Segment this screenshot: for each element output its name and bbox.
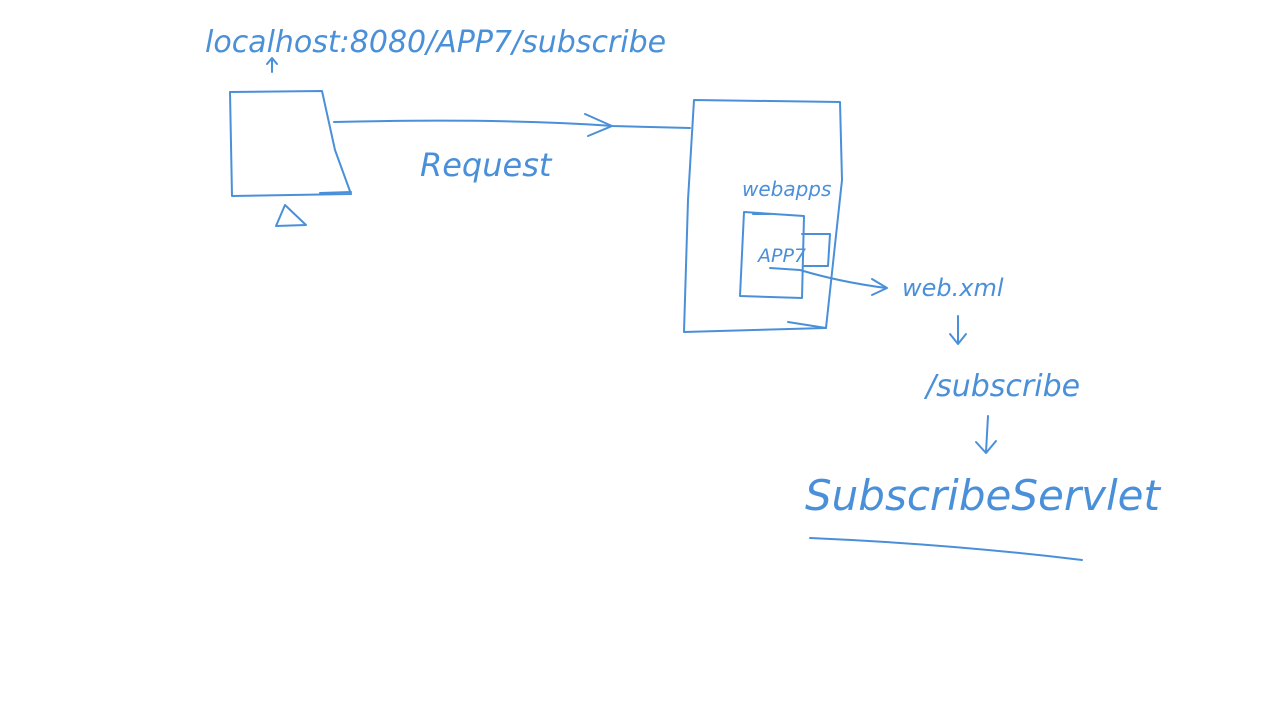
request-arrow — [333, 113, 691, 137]
down-arrow-2 — [975, 415, 997, 454]
client-monitor — [229, 90, 352, 227]
webxml-arrow — [769, 267, 888, 296]
down-arrow-1 — [949, 315, 967, 345]
request-label: Request — [420, 146, 553, 184]
servlet-underline — [809, 537, 1083, 561]
webxml-label: web.xml — [902, 274, 1004, 302]
whiteboard-canvas: localhost:8080/APP7/subscribe Request we… — [205, 25, 1161, 561]
servlet-label: SubscribeServlet — [805, 471, 1161, 520]
path-label: /subscribe — [923, 369, 1080, 404]
app-label: APP7 — [756, 245, 806, 267]
url-pointer-arrow — [266, 57, 278, 73]
url-text: localhost:8080/APP7/subscribe — [205, 25, 666, 60]
webapps-label: webapps — [742, 177, 831, 201]
